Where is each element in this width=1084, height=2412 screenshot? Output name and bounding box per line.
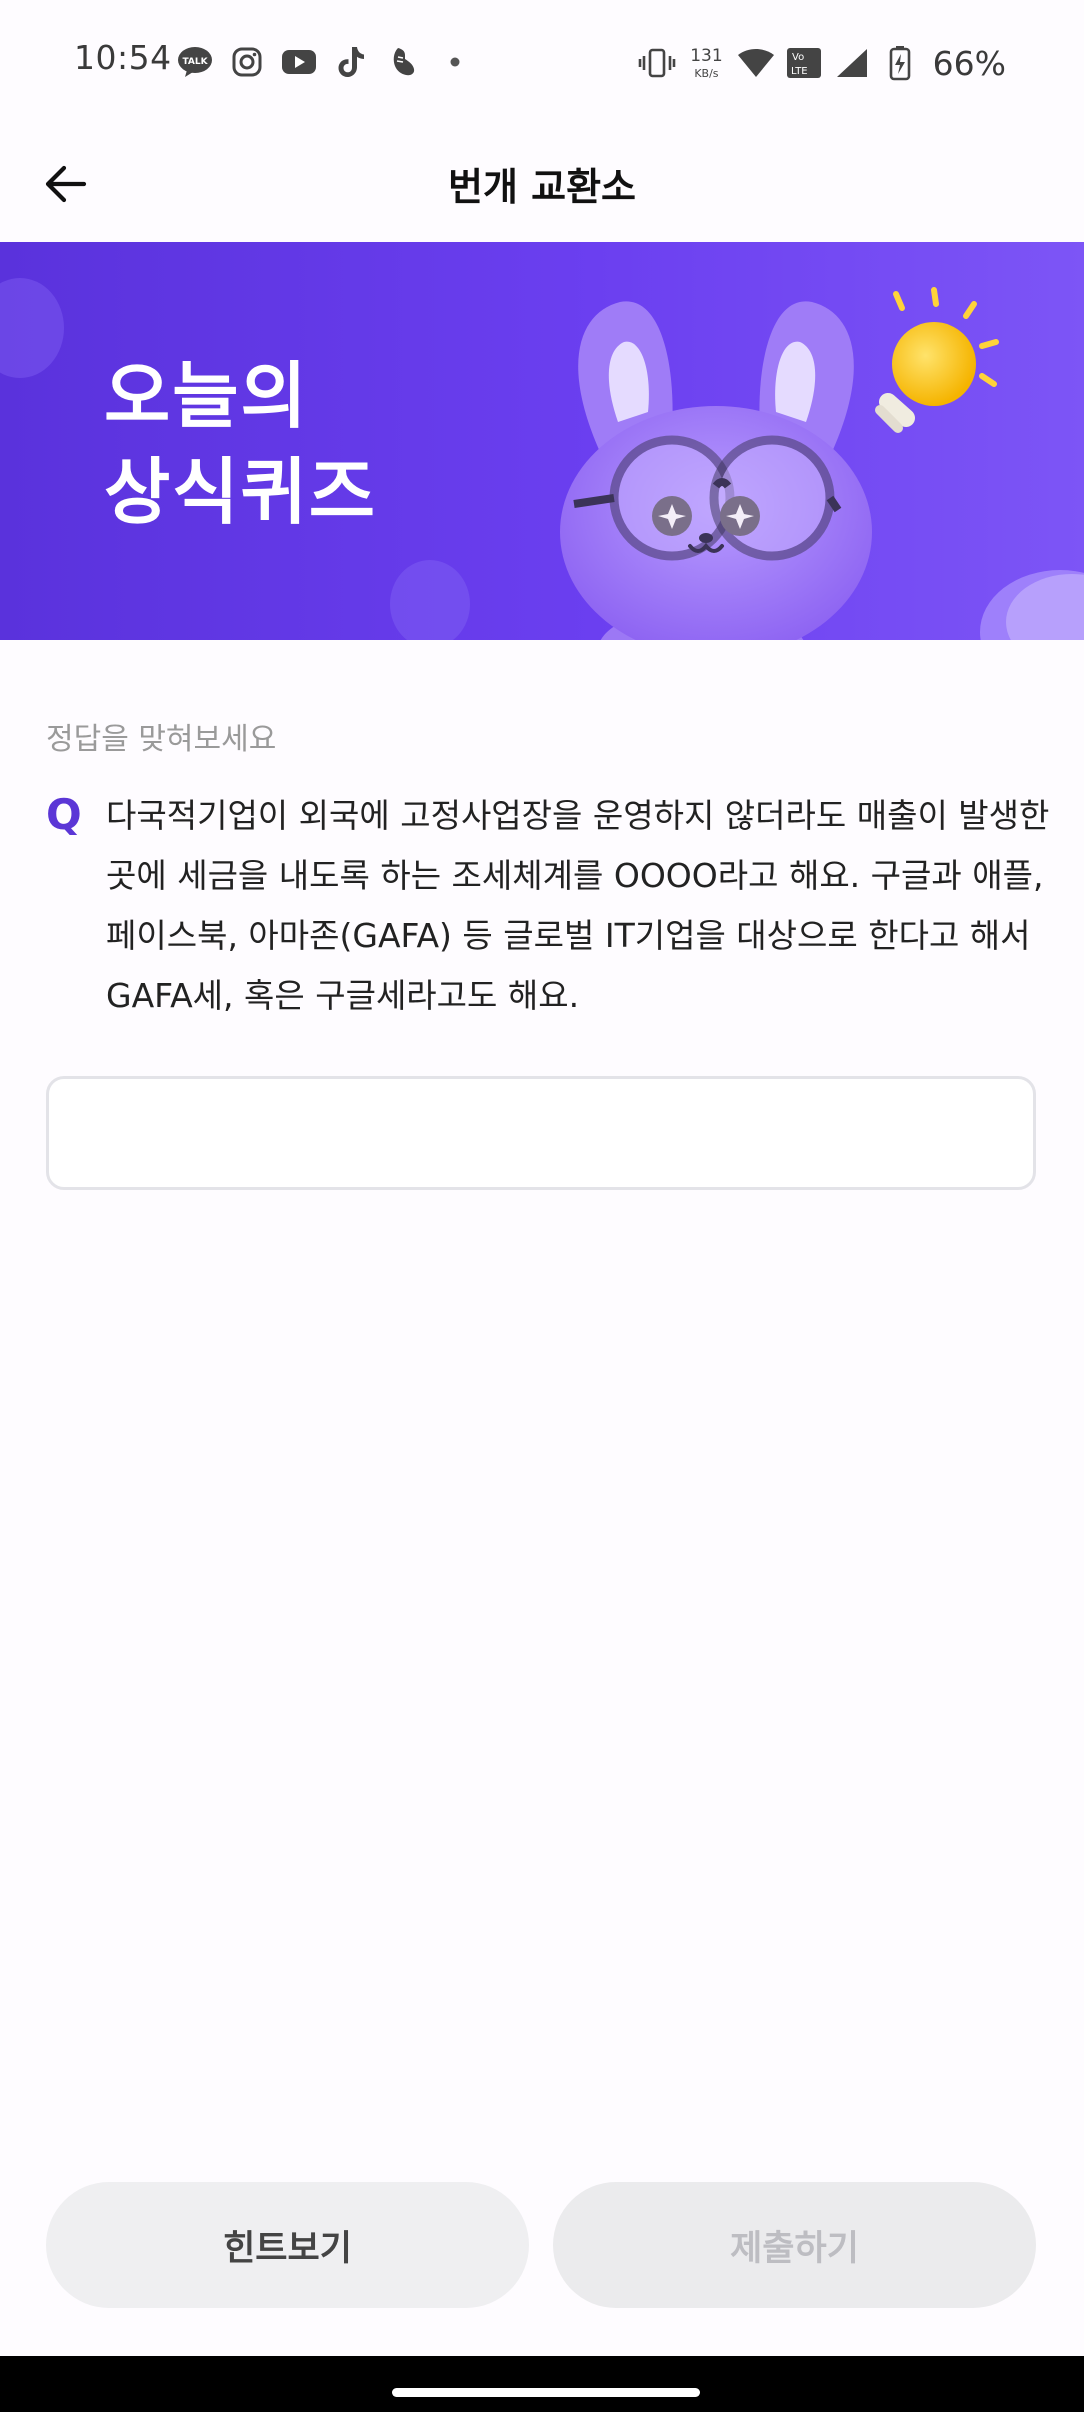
page-title: 번개 교환소: [447, 165, 637, 209]
vibrate-icon: [638, 44, 676, 82]
app-header: 번개 교환소: [0, 120, 1084, 242]
svg-text:LTE: LTE: [791, 66, 808, 77]
status-bar: 10:54 TALK 131 KB/s Vo LTE 66%: [0, 0, 1084, 120]
instruction-text: 정답을 맞혀보세요: [46, 722, 277, 757]
home-indicator[interactable]: [392, 2388, 700, 2397]
banner-title-line1: 오늘의: [104, 354, 309, 438]
network-speed: 131 KB/s: [690, 45, 723, 80]
net-speed-value: 131: [690, 45, 723, 66]
question-marker: Q: [46, 790, 82, 839]
instagram-icon: [228, 43, 266, 81]
system-nav-bar: [0, 2356, 1084, 2412]
question-text: 다국적기업이 외국에 고정사업장을 운영하지 않더라도 매출이 발생한 곳에 세…: [106, 796, 1050, 1015]
answer-input[interactable]: [46, 1076, 1036, 1190]
shoe-icon: [384, 43, 422, 81]
banner-title-line2: 상식퀴즈: [104, 450, 377, 534]
hint-button[interactable]: 힌트보기: [46, 2182, 529, 2308]
status-time: 10:54: [74, 38, 172, 77]
battery-charging-icon: [881, 44, 919, 82]
dot-icon: [436, 43, 474, 81]
submit-button[interactable]: 제출하기: [553, 2182, 1036, 2308]
svg-text:Vo: Vo: [792, 52, 804, 63]
tiktok-icon: [332, 43, 370, 81]
volte-icon: Vo LTE: [785, 44, 823, 82]
kakaotalk-icon: TALK: [176, 43, 214, 81]
banner-title: 오늘의 상식퀴즈: [104, 348, 377, 540]
svg-text:TALK: TALK: [182, 57, 208, 67]
screen: 10:54 TALK 131 KB/s Vo LTE 66% 번개 교환소 오늘…: [0, 0, 1084, 2412]
net-speed-unit: KB/s: [694, 66, 719, 80]
youtube-icon: [280, 43, 318, 81]
system-status: 131 KB/s Vo LTE 66%: [638, 40, 1006, 86]
battery-percent: 66%: [932, 43, 1006, 83]
bottom-actions: 힌트보기 제출하기: [46, 2182, 1036, 2308]
wifi-icon: [737, 44, 775, 82]
notification-icons: TALK: [176, 42, 474, 82]
signal-icon: [833, 44, 871, 82]
quiz-banner: 오늘의 상식퀴즈: [0, 242, 1084, 640]
